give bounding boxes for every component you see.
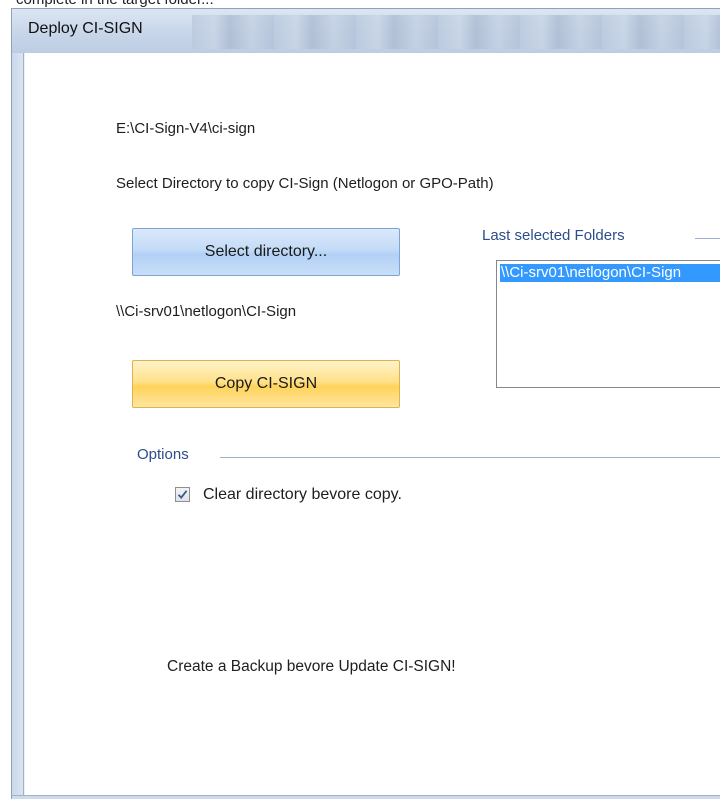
deploy-window: Deploy CI-SIGN E:\CI-Sign-V4\ci-sign Sel…: [11, 8, 720, 799]
options-group-line: [220, 457, 720, 458]
window-frame-bottom: [12, 795, 720, 799]
title-bar-background: [192, 15, 720, 49]
last-folders-item-selected[interactable]: \\Ci-srv01\netlogon\CI-Sign: [500, 264, 720, 282]
checkmark-icon: [177, 490, 188, 499]
window-title: Deploy CI-SIGN: [28, 20, 143, 37]
copy-ci-sign-button-label: Copy CI-SIGN: [214, 375, 318, 392]
backup-notice-label: Create a Backup bevore Update CI-SIGN!: [167, 658, 456, 675]
selected-path-label: \\Ci-srv01\netlogon\CI-Sign: [116, 303, 297, 320]
last-folders-group-line: [695, 238, 720, 239]
copy-ci-sign-button[interactable]: Copy CI-SIGN: [132, 360, 400, 408]
window-frame-left: [12, 53, 24, 799]
select-prompt-label: Select Directory to copy CI-Sign (Netlog…: [116, 175, 494, 192]
clear-directory-checkbox[interactable]: [175, 487, 190, 502]
last-folders-listbox[interactable]: \\Ci-srv01\netlogon\CI-Sign: [496, 260, 720, 388]
window-client-area: E:\CI-Sign-V4\ci-sign Select Directory t…: [25, 53, 720, 795]
title-bar[interactable]: Deploy CI-SIGN: [12, 9, 720, 53]
options-legend: Options: [137, 446, 195, 463]
select-directory-button-label: Select directory...: [204, 243, 328, 260]
last-folders-legend: Last selected Folders: [482, 227, 631, 244]
source-path-label: E:\CI-Sign-V4\ci-sign: [116, 120, 256, 137]
select-directory-button[interactable]: Select directory...: [132, 228, 400, 276]
clear-directory-label[interactable]: Clear directory bevore copy.: [203, 486, 402, 504]
